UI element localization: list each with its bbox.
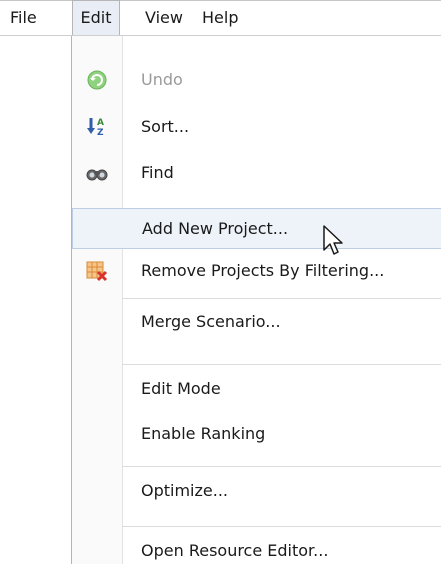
menu-separator — [122, 526, 441, 527]
menu-file[interactable]: File — [10, 1, 37, 35]
menu-bar: File Edit View Help — [0, 0, 441, 36]
binoculars-icon — [86, 169, 108, 181]
mouse-pointer-icon — [323, 225, 343, 255]
sort-icon: A Z — [87, 118, 104, 137]
menu-item-label: Edit Mode — [141, 379, 221, 398]
menu-item-sort[interactable]: A Z Sort... — [72, 107, 441, 147]
menu-item-label: Sort... — [141, 117, 190, 136]
menu-item-add-new-project[interactable]: Add New Project... — [72, 208, 441, 249]
menu-item-label: Optimize... — [141, 481, 228, 500]
svg-text:A: A — [97, 118, 104, 128]
menu-item-merge-scenario[interactable]: Merge Scenario... — [72, 302, 441, 342]
menu-item-label: Open Resource Editor... — [141, 541, 329, 560]
menu-item-open-resource-editor[interactable]: Open Resource Editor... — [72, 531, 441, 571]
menu-item-label: Merge Scenario... — [141, 312, 281, 331]
menu-item-label: Add New Project... — [142, 219, 289, 238]
svg-text:Z: Z — [97, 128, 104, 137]
menu-item-edit-mode[interactable]: Edit Mode — [72, 369, 441, 409]
menu-help[interactable]: Help — [202, 1, 238, 35]
menu-item-label: Remove Projects By Filtering... — [141, 261, 385, 280]
menu-edit[interactable]: Edit — [72, 0, 120, 35]
menu-separator — [122, 364, 441, 365]
menu-item-enable-ranking[interactable]: Enable Ranking — [72, 414, 441, 454]
menu-separator — [122, 298, 441, 299]
menu-item-undo[interactable]: Undo — [72, 60, 441, 100]
menu-item-label: Find — [141, 163, 174, 182]
menu-view[interactable]: View — [145, 1, 183, 35]
remove-filter-icon — [86, 261, 108, 282]
undo-icon — [87, 70, 107, 90]
menu-item-label: Undo — [141, 70, 183, 89]
menu-item-remove-projects-by-filtering[interactable]: Remove Projects By Filtering... — [72, 251, 441, 291]
menu-item-label: Enable Ranking — [141, 424, 266, 443]
menu-item-optimize[interactable]: Optimize... — [72, 471, 441, 511]
menu-separator — [122, 466, 441, 467]
menu-item-find[interactable]: Find — [72, 153, 441, 193]
edit-menu-dropdown: Undo A Z Sort... Find Add New Project... — [71, 36, 441, 564]
